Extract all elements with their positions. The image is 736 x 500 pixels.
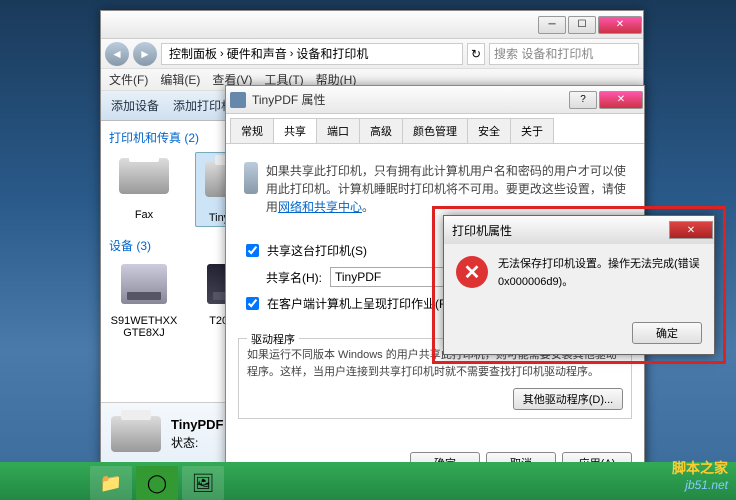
tab-sharing[interactable]: 共享 xyxy=(273,118,317,143)
share-icon xyxy=(244,162,258,194)
error-message: 无法保存打印机设置。操作无法完成(错误 0x000006d9)。 xyxy=(498,256,702,291)
search-input[interactable]: 搜索 设备和打印机 xyxy=(489,43,639,65)
error-dialog: 打印机属性 ✕ ✕ 无法保存打印机设置。操作无法完成(错误 0x000006d9… xyxy=(443,215,715,355)
additional-drivers-button[interactable]: 其他驱动程序(D)... xyxy=(513,388,623,410)
app-icon xyxy=(230,92,246,108)
device-label: Fax xyxy=(109,209,179,221)
explorer-titlebar: ─ ☐ ✕ xyxy=(101,11,643,39)
crumb-item[interactable]: 控制面板 xyxy=(166,45,220,62)
computer-icon xyxy=(121,264,167,304)
drivers-group-title: 驱动程序 xyxy=(247,331,299,347)
cmd-add-device[interactable]: 添加设备 xyxy=(111,97,159,114)
watermark-site: 脚本之家 xyxy=(672,460,728,476)
detail-name: TinyPDF xyxy=(171,417,224,432)
error-ok-button[interactable]: 确定 xyxy=(632,322,702,344)
error-title: 打印机属性 xyxy=(452,222,668,239)
crumb-item[interactable]: 设备和打印机 xyxy=(293,45,371,62)
printer-icon xyxy=(111,416,161,452)
device-label: S91WETHXXGTE8XJ xyxy=(109,315,179,339)
help-button[interactable]: ? xyxy=(569,91,597,109)
tab-about[interactable]: 关于 xyxy=(510,118,554,143)
taskbar-icon[interactable]: ◯ xyxy=(136,466,178,500)
minimize-button[interactable]: ─ xyxy=(538,16,566,34)
refresh-button[interactable]: ↻ xyxy=(467,43,485,65)
props-title: TinyPDF 属性 xyxy=(252,91,568,108)
tab-ports[interactable]: 端口 xyxy=(316,118,360,143)
props-titlebar: TinyPDF 属性 ? ✕ xyxy=(226,86,644,114)
taskbar: 📁 ◯ 🖼 xyxy=(0,462,736,500)
watermark: 脚本之家 jb51.net xyxy=(672,458,728,492)
render-checkbox-label: 在客户端计算机上呈现打印作业(R) xyxy=(267,295,452,312)
error-titlebar: 打印机属性 ✕ xyxy=(444,216,714,244)
taskbar-icon[interactable]: 🖼 xyxy=(182,466,224,500)
menu-file[interactable]: 文件(F) xyxy=(109,71,148,88)
device-item[interactable]: S91WETHXXGTE8XJ xyxy=(109,260,179,339)
sharename-label: 共享名(H): xyxy=(266,269,322,286)
tab-advanced[interactable]: 高级 xyxy=(359,118,403,143)
tab-color[interactable]: 颜色管理 xyxy=(402,118,468,143)
detail-status-label: 状态: xyxy=(171,436,198,450)
error-icon: ✕ xyxy=(456,256,488,288)
back-button[interactable]: ◄ xyxy=(105,42,129,66)
share-checkbox[interactable] xyxy=(246,244,259,257)
render-checkbox[interactable] xyxy=(246,297,259,310)
info-box: 如果共享此打印机，只有拥有此计算机用户名和密码的用户才可以使用此打印机。计算机睡… xyxy=(238,156,632,222)
device-item-fax[interactable]: Fax xyxy=(109,152,179,227)
share-checkbox-label: 共享这台打印机(S) xyxy=(267,242,367,259)
nav-bar: ◄ ► 控制面板› 硬件和声音› 设备和打印机 ↻ 搜索 设备和打印机 xyxy=(101,39,643,69)
breadcrumb[interactable]: 控制面板› 硬件和声音› 设备和打印机 xyxy=(161,43,463,65)
taskbar-icon[interactable]: 📁 xyxy=(90,466,132,500)
close-button[interactable]: ✕ xyxy=(669,221,713,239)
maximize-button[interactable]: ☐ xyxy=(568,16,596,34)
watermark-url: jb51.net xyxy=(685,478,728,492)
tab-general[interactable]: 常规 xyxy=(230,118,274,143)
tab-security[interactable]: 安全 xyxy=(467,118,511,143)
close-button[interactable]: ✕ xyxy=(599,91,643,109)
network-center-link[interactable]: 网络和共享中心 xyxy=(278,200,362,214)
forward-button[interactable]: ► xyxy=(133,42,157,66)
error-body: ✕ 无法保存打印机设置。操作无法完成(错误 0x000006d9)。 xyxy=(444,244,714,303)
crumb-item[interactable]: 硬件和声音 xyxy=(224,45,290,62)
close-button[interactable]: ✕ xyxy=(598,16,642,34)
menu-edit[interactable]: 编辑(E) xyxy=(160,71,200,88)
fax-icon xyxy=(119,158,169,194)
tabs: 常规 共享 端口 高级 颜色管理 安全 关于 xyxy=(226,114,644,144)
